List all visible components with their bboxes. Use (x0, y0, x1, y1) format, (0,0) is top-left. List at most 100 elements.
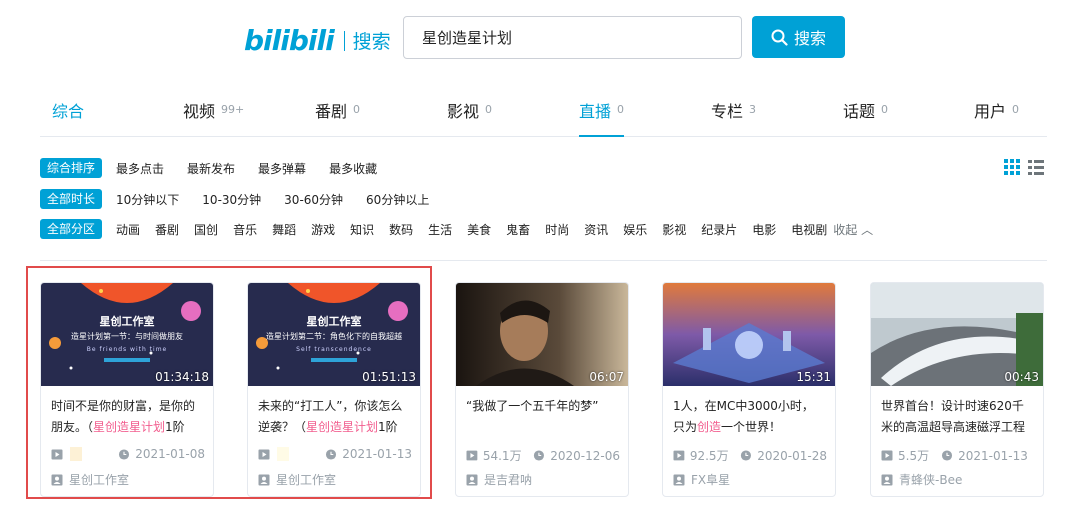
play-count: 54.1万 (482, 449, 522, 463)
filter-duration-active[interactable]: 全部时长 (40, 189, 103, 209)
tab-label: 影视 (447, 102, 480, 121)
filter-option[interactable]: 鬼畜 (506, 221, 530, 238)
thumbnail-title: 星创工作室 (306, 315, 362, 328)
video-title[interactable]: 未来的“打工人”，你该怎么逆袭？（星创造星计划1阶 (248, 386, 420, 440)
filter-zone-active[interactable]: 全部分区 (40, 219, 103, 239)
tab-label: 综合 (52, 102, 85, 121)
video-card[interactable]: 15:31 1人，在MC中3000小时，只为创造一个世界！ 92.5万 2020… (662, 282, 836, 497)
tab-label: 用户 (974, 102, 1007, 121)
filter-option[interactable]: 娱乐 (623, 221, 647, 238)
video-title[interactable]: 1人，在MC中3000小时，只为创造一个世界！ (663, 386, 835, 440)
uploader-icon (258, 474, 270, 485)
filter-option[interactable]: 最多弹幕 (258, 160, 306, 177)
search-input[interactable] (422, 28, 722, 47)
filter-option[interactable]: 游戏 (311, 221, 335, 238)
search-field[interactable] (403, 16, 742, 59)
tab-count: 0 (881, 103, 889, 116)
filter-option[interactable]: 生活 (428, 221, 452, 238)
tab-article[interactable]: 专栏 3 (711, 92, 756, 136)
video-author[interactable]: 是吉君呐 (466, 471, 532, 488)
video-thumbnail[interactable]: 15:31 (663, 283, 835, 386)
filter-option[interactable]: 番剧 (155, 221, 179, 238)
filter-option[interactable]: 影视 (662, 221, 686, 238)
upload-date: 2020-12-06 (550, 448, 621, 463)
play-count: 5.5万 (898, 449, 930, 463)
clock-icon (119, 448, 130, 460)
title-text-end: 1阶 (165, 420, 185, 434)
search-tabs: 综合 视频 99+ 番剧 0 影视 0 直播 0 专栏 3 话题 0 用户 0 (40, 92, 1047, 137)
filter-option[interactable]: 时尚 (545, 221, 569, 238)
title-text: “我做了一个五千年的梦” (466, 399, 599, 413)
view-toggle (1004, 159, 1044, 175)
filter-zone-row: 全部分区 动画 番剧 国创 音乐 舞蹈 游戏 知识 数码 生活 美食 鬼畜 时尚… (40, 219, 873, 239)
filter-option[interactable]: 知识 (350, 221, 374, 238)
tab-user[interactable]: 用户 0 (974, 92, 1019, 136)
filter-option[interactable]: 资讯 (584, 221, 608, 238)
clock-icon (741, 450, 752, 461)
filter-option[interactable]: 最新发布 (187, 160, 235, 177)
uploader-name: 星创工作室 (69, 473, 130, 487)
filter-option[interactable]: 最多点击 (116, 160, 164, 177)
filter-option[interactable]: 舞蹈 (272, 221, 296, 238)
video-author[interactable]: 青蜂侠-Bee (881, 471, 962, 488)
video-title[interactable]: “我做了一个五千年的梦” (456, 386, 628, 440)
filter-option[interactable]: 最多收藏 (329, 160, 377, 177)
video-title[interactable]: 世界首台！设计时速620千米的高温超导高速磁浮工程 (871, 386, 1043, 440)
filter-option[interactable]: 电影 (752, 221, 776, 238)
filter-option[interactable]: 美食 (467, 221, 491, 238)
video-title[interactable]: 时间不是你的财富，是你的朋友。（星创造星计划1阶 (41, 386, 213, 440)
video-duration: 01:34:18 (155, 370, 209, 384)
title-keyword: 星创造星计划 (93, 420, 166, 434)
filter-option[interactable]: 动画 (116, 221, 140, 238)
filter-option[interactable]: 数码 (389, 221, 413, 238)
filter-option[interactable]: 10-30分钟 (202, 191, 261, 208)
video-author[interactable]: 星创工作室 (258, 471, 336, 488)
video-card[interactable]: 06:07 “我做了一个五千年的梦” 54.1万 2020-12-06 是吉君呐 (455, 282, 629, 497)
tab-live[interactable]: 直播 0 (579, 92, 625, 137)
play-count: 92.5万 (689, 449, 729, 463)
filter-option[interactable]: 纪录片 (701, 221, 737, 238)
uploader-name: 星创工作室 (276, 473, 337, 487)
bilibili-logo[interactable]: bilibili 搜索 (244, 24, 391, 57)
upload-date: 2021-01-08 (135, 447, 205, 461)
video-author[interactable]: 星创工作室 (51, 471, 129, 488)
filter-order-active[interactable]: 综合排序 (40, 158, 103, 178)
title-text-end: 1阶 (378, 420, 398, 434)
video-duration: 06:07 (589, 370, 624, 384)
tab-video[interactable]: 视频 99+ (183, 92, 244, 136)
filter-option[interactable]: 电视剧 (791, 221, 827, 238)
video-card[interactable]: 00:43 世界首台！设计时速620千米的高温超导高速磁浮工程 5.5万 202… (870, 282, 1044, 497)
video-card[interactable]: 星创工作室 造星计划第一节：与时间做朋友 Be friends with tim… (40, 282, 214, 497)
video-thumbnail[interactable]: 星创工作室 造星计划第二节：角色化下的自我超越 Self transcenden… (248, 283, 420, 386)
tab-label: 话题 (843, 102, 876, 121)
uploader-icon (466, 474, 478, 485)
tab-all[interactable]: 综合 (52, 92, 84, 136)
video-thumbnail[interactable]: 星创工作室 造星计划第一节：与时间做朋友 Be friends with tim… (41, 283, 213, 386)
list-view-icon[interactable] (1028, 159, 1044, 175)
search-button[interactable]: 搜索 (752, 16, 845, 58)
video-thumbnail[interactable]: 00:43 (871, 283, 1043, 386)
tab-bangumi[interactable]: 番剧 0 (315, 92, 360, 136)
video-card[interactable]: 星创工作室 造星计划第二节：角色化下的自我超越 Self transcenden… (247, 282, 421, 497)
video-thumbnail[interactable]: 06:07 (456, 283, 628, 386)
filter-option[interactable]: 音乐 (233, 221, 257, 238)
uploader-name: 是吉君呐 (484, 473, 533, 487)
filter-option[interactable]: 60分钟以上 (366, 191, 429, 208)
tab-label: 专栏 (711, 102, 744, 121)
tab-label: 视频 (183, 102, 216, 121)
tab-movie[interactable]: 影视 0 (447, 92, 492, 136)
logo-text: bilibili (244, 24, 335, 57)
uploader-icon (673, 474, 685, 485)
title-text-end: 一个世界！ (721, 420, 782, 434)
video-author[interactable]: FX阜星 (673, 471, 730, 488)
filter-option[interactable]: 国创 (194, 221, 218, 238)
upload-date: 2021-01-13 (958, 448, 1028, 463)
filter-option[interactable]: 10分钟以下 (116, 191, 179, 208)
tab-topic[interactable]: 话题 0 (843, 92, 888, 136)
filter-option[interactable]: 30-60分钟 (284, 191, 343, 208)
video-meta: 92.5万 2020-01-28 (673, 447, 827, 464)
collapse-button[interactable]: 收起 ︿ (833, 221, 873, 238)
thumbnail-subtitle: 造星计划第一节：与时间做朋友 (71, 332, 183, 341)
grid-view-icon[interactable] (1004, 159, 1020, 175)
video-duration: 01:51:13 (362, 370, 416, 384)
